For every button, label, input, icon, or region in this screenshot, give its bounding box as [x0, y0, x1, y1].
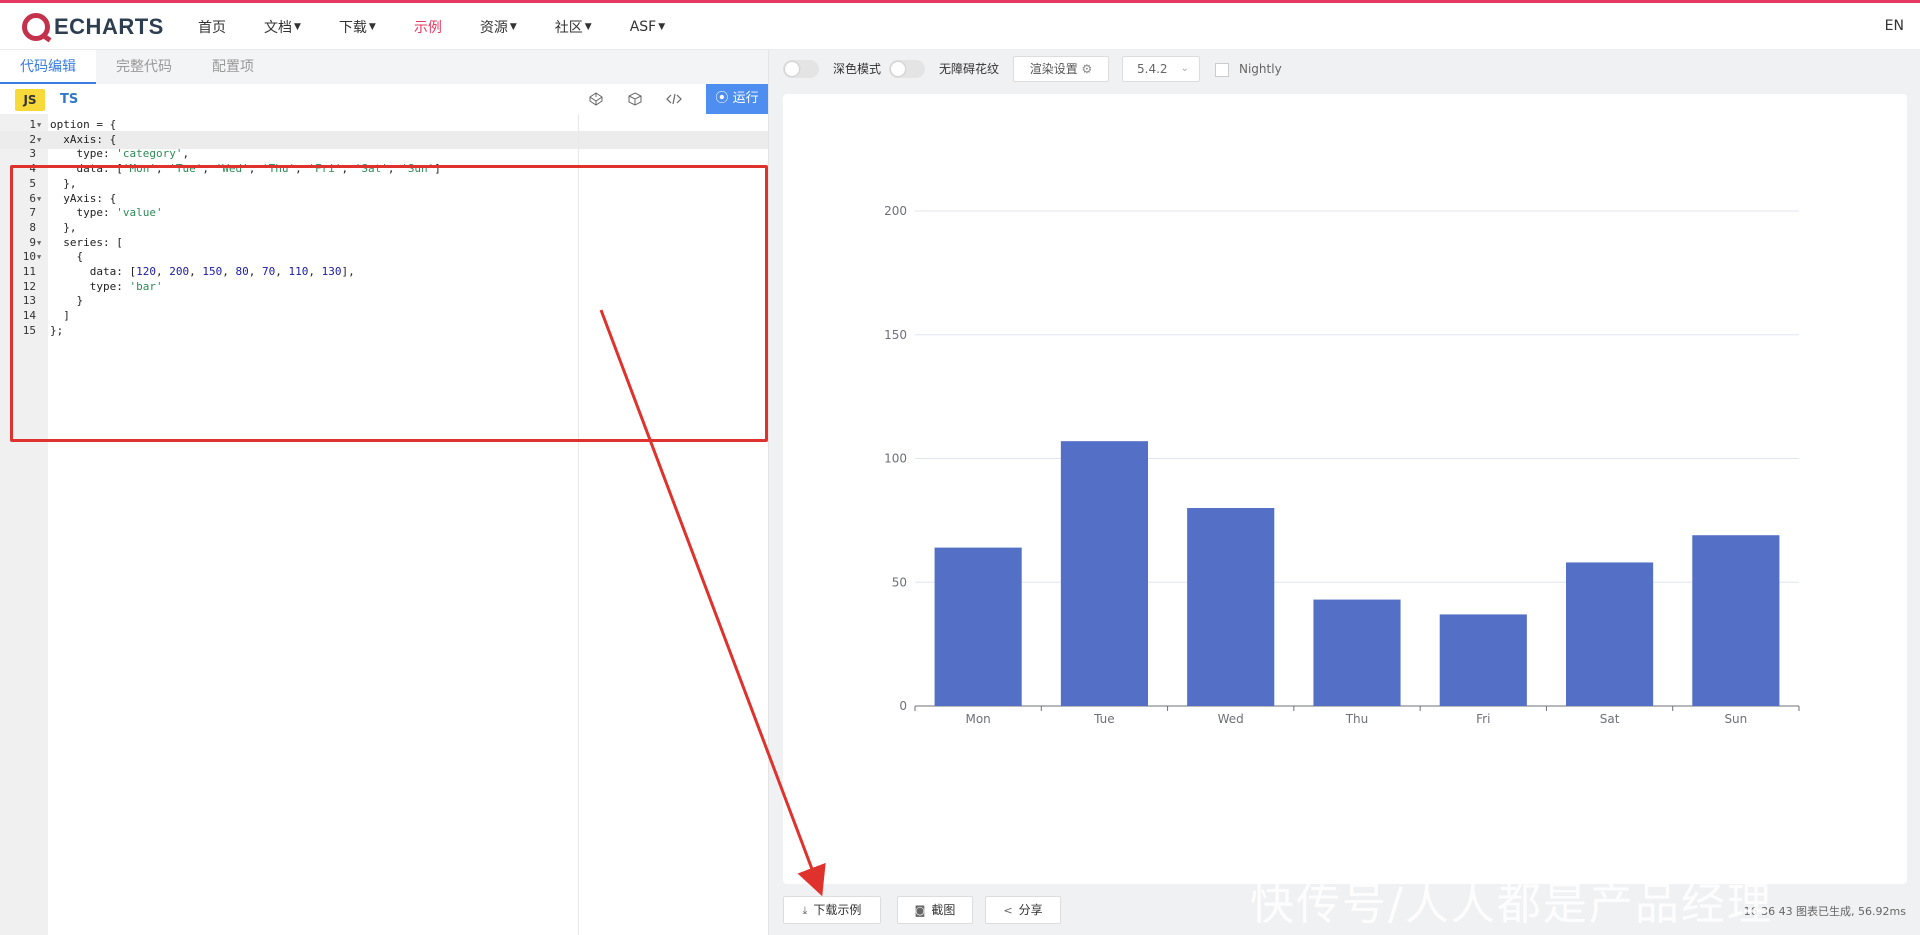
x-tick-label: Wed [1218, 712, 1244, 726]
preview-pane: 深色模式 无障碍花纹 渲染设置 ⚙ 5.4.2 ⌄ Nightly 0 50 100… [769, 50, 1920, 935]
screenshot-button[interactable]: ◙ 截图 [897, 896, 973, 924]
bar-fri [1439, 614, 1527, 706]
bar-sun [1692, 535, 1780, 706]
nav-item-0[interactable]: 首页 [198, 17, 226, 37]
y-tick-label: 200 [884, 204, 907, 218]
x-tick-label: Sat [1600, 712, 1620, 726]
y-tick-label: 150 [884, 328, 907, 342]
bar-thu [1313, 599, 1401, 706]
chevron-down-icon: ⌄ [1180, 63, 1189, 74]
y-tick-label: 0 [899, 699, 907, 713]
nightly-checkbox[interactable] [1215, 63, 1229, 77]
bar-tue [1060, 441, 1148, 706]
y-tick-label: 100 [884, 452, 907, 466]
dark-mode-label: 深色模式 [833, 62, 882, 76]
render-settings-button[interactable]: 渲染设置 ⚙ [1013, 56, 1109, 82]
caret-down-icon: ▼ [368, 21, 376, 32]
codesandbox-icon[interactable] [627, 92, 643, 108]
bar-mon [934, 547, 1022, 706]
dark-mode-toggle[interactable] [783, 60, 819, 78]
run-button[interactable]: ⦿ 运行 [706, 84, 768, 114]
download-example-button[interactable]: ⤓ 下载示例 [783, 896, 881, 924]
annotation-highlight-box [10, 165, 768, 442]
download-icon: ⤓ [802, 904, 808, 917]
codepen-icon[interactable] [588, 92, 604, 108]
run-icon: ⦿ [715, 91, 733, 106]
nav-item-1[interactable]: 文档 ▼ [264, 17, 301, 37]
nav-item-3[interactable]: 示例 [414, 17, 442, 37]
gear-icon: ⚙ [1081, 62, 1093, 76]
share-icon: < [1003, 904, 1013, 917]
editor-pane: 代码编辑 完整代码 配置项 JS TS ⦿ 运行 1 ▼ option = {2 ▼ xA… [0, 50, 769, 935]
main-nav: 首页 文档 ▼ 下载 ▼ 示例 资源 ▼ 社区 ▼ ASF ▼ [198, 3, 703, 50]
x-tick-label: Thu [1345, 712, 1369, 726]
logo-icon [22, 13, 50, 41]
caret-down-icon: ▼ [294, 21, 301, 32]
echarts-logo[interactable]: ECHARTS [22, 11, 164, 43]
caret-down-icon: ▼ [584, 21, 592, 32]
nav-item-5[interactable]: 社区 ▼ [555, 17, 592, 37]
camera-icon: ◙ [914, 904, 926, 917]
x-tick-label: Fri [1476, 712, 1490, 726]
bar-sat [1566, 562, 1654, 706]
version-select[interactable]: 5.4.2 ⌄ [1122, 56, 1200, 82]
nav-item-4[interactable]: 资源 ▼ [480, 17, 517, 37]
lang-ts-button[interactable]: TS [60, 89, 78, 111]
y-tick-label: 50 [892, 575, 907, 589]
chart-container: 0 50 100 150 200 Mon Tue Wed Thu Fri Sat Sun [783, 94, 1907, 884]
nav-item-6[interactable]: ASF ▼ [630, 19, 665, 35]
editor-toolbar: JS TS ⦿ 运行 [0, 84, 768, 114]
x-tick-label: Tue [1093, 712, 1115, 726]
bar-wed [1187, 508, 1275, 706]
x-tick-label: Mon [965, 712, 990, 726]
nav-item-2[interactable]: 下载 ▼ [339, 17, 376, 37]
watermark-text: 快传号/人人都是产品经理 [1250, 879, 1773, 930]
nightly-label: Nightly [1239, 62, 1282, 76]
share-button[interactable]: < 分享 [985, 896, 1061, 924]
lang-js-button[interactable]: JS [15, 89, 45, 111]
editor-tab-2[interactable]: 配置项 [192, 50, 274, 84]
top-navbar: ECHARTS 首页 文档 ▼ 下载 ▼ 示例 资源 ▼ 社区 ▼ ASF ▼ EN [0, 0, 1920, 50]
decal-toggle[interactable] [889, 60, 925, 78]
editor-tab-0[interactable]: 代码编辑 [0, 50, 96, 84]
editor-tabs: 代码编辑 完整代码 配置项 [0, 50, 768, 84]
editor-tab-1[interactable]: 完整代码 [96, 50, 192, 84]
caret-down-icon: ▼ [658, 21, 666, 32]
logo-text: ECHARTS [54, 14, 164, 39]
bar-chart: 0 50 100 150 200 Mon Tue Wed Thu Fri Sat Sun [884, 204, 1800, 726]
x-tick-label: Sun [1724, 712, 1747, 726]
language-switch[interactable]: EN [1885, 18, 1904, 34]
caret-down-icon: ▼ [509, 21, 517, 32]
preview-toolbar: 深色模式 无障碍花纹 渲染设置 ⚙ 5.4.2 ⌄ Nightly [769, 50, 1920, 88]
embed-code-icon[interactable] [666, 92, 682, 108]
decal-label: 无障碍花纹 [939, 62, 1000, 76]
